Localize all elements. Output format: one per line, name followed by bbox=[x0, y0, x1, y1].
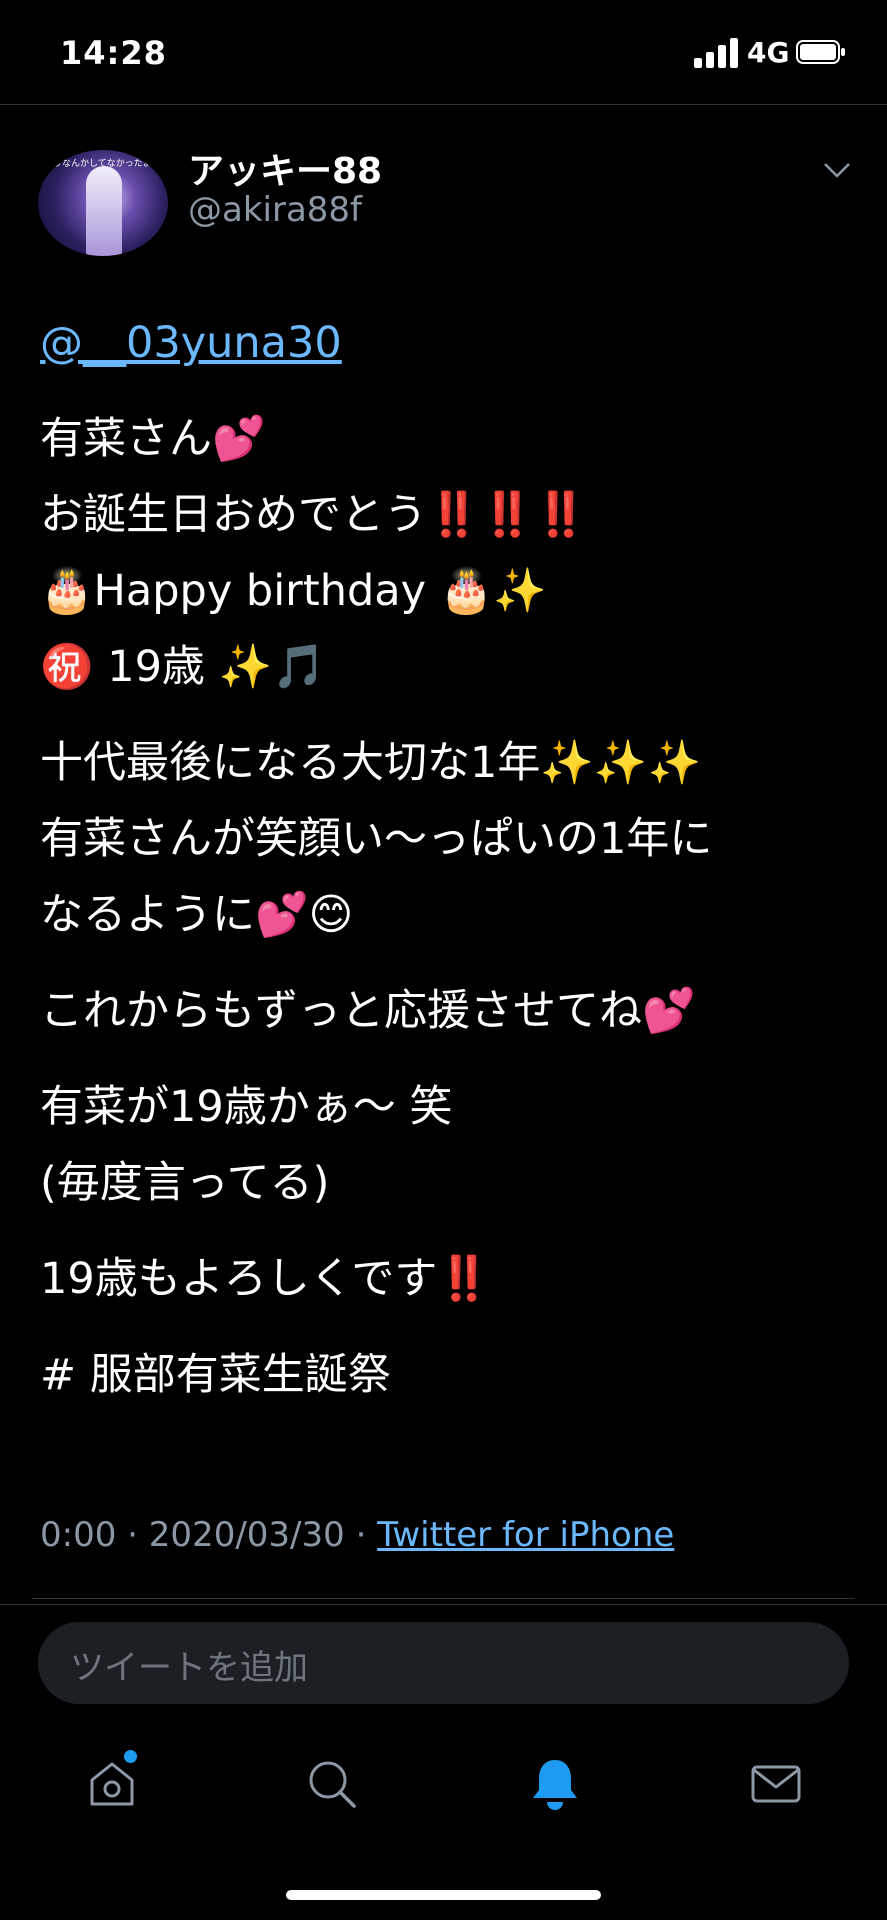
status-bar: 14:28 4G bbox=[0, 0, 887, 104]
battery-icon bbox=[796, 40, 845, 64]
tweet-line: なるように💕😊 bbox=[40, 890, 354, 940]
tweet-line: (毎度言ってる) bbox=[40, 1158, 330, 1208]
tweet-line: 有菜さん💕 bbox=[40, 414, 266, 464]
meta-divider bbox=[32, 1598, 855, 1599]
tweet-text: @__03yuna30 有菜さん💕 お誕生日おめでとう‼️‼️‼️ 🎂Happy… bbox=[40, 305, 850, 1413]
tweet-line: 十代最後になる大切な1年✨✨✨ bbox=[40, 738, 701, 788]
avatar-figure bbox=[86, 166, 122, 256]
tweet-meta: 0:00 · 2020/03/30 · Twitter for iPhone bbox=[40, 1515, 674, 1555]
search-icon bbox=[309, 1761, 356, 1808]
tweet-line: 有菜さんが笑顔い〜っぱいの1年に bbox=[40, 814, 713, 864]
reply-input[interactable]: ツイートを追加 bbox=[38, 1622, 849, 1704]
display-name[interactable]: アッキー88 bbox=[188, 142, 382, 194]
signal-icon bbox=[694, 38, 738, 68]
tweet-time: 0:00 bbox=[40, 1515, 117, 1555]
tweet-source-link[interactable]: Twitter for iPhone bbox=[377, 1515, 674, 1555]
user-handle[interactable]: @akira88f bbox=[188, 190, 362, 230]
tweet-line: これからもずっと応援させてね💕 bbox=[40, 986, 696, 1036]
status-time: 14:28 bbox=[60, 34, 167, 72]
reply-divider bbox=[0, 1604, 887, 1605]
mention-link[interactable]: @__03yuna30 bbox=[40, 318, 342, 368]
tweet-line: 19歳もよろしくです‼️ bbox=[40, 1254, 491, 1304]
network-label: 4G bbox=[747, 36, 790, 69]
meta-separator: · bbox=[344, 1515, 378, 1555]
bell-icon bbox=[533, 1760, 577, 1810]
tweet-line: 有菜が19歳かぁ〜 笑 bbox=[40, 1082, 453, 1132]
home-indicator[interactable] bbox=[286, 1890, 601, 1900]
home-notification-dot bbox=[124, 1750, 137, 1763]
tab-search[interactable] bbox=[304, 1756, 360, 1812]
hashtag[interactable]: # 服部有菜生誕祭 bbox=[40, 1337, 850, 1413]
envelope-icon bbox=[751, 1765, 801, 1803]
chevron-down-icon[interactable] bbox=[822, 160, 852, 180]
top-divider bbox=[0, 104, 887, 105]
meta-separator: · bbox=[116, 1515, 149, 1555]
avatar-caption: とりなんかしてなかったよね？ bbox=[44, 159, 168, 169]
tweet-line: 🎂Happy birthday 🎂✨ bbox=[40, 566, 547, 616]
tweet-date: 2020/03/30 bbox=[148, 1515, 345, 1555]
tab-home[interactable] bbox=[84, 1750, 140, 1812]
reply-placeholder: ツイートを追加 bbox=[70, 1648, 308, 1688]
tab-messages[interactable] bbox=[748, 1756, 804, 1812]
home-icon bbox=[90, 1762, 134, 1806]
tab-notifications[interactable] bbox=[527, 1756, 583, 1812]
tweet-line: ㊗️ 19歳 ✨🎵 bbox=[40, 642, 326, 692]
tweet-line: お誕生日おめでとう‼️‼️‼️ bbox=[40, 490, 588, 540]
avatar[interactable]: とりなんかしてなかったよね？ bbox=[38, 150, 168, 256]
